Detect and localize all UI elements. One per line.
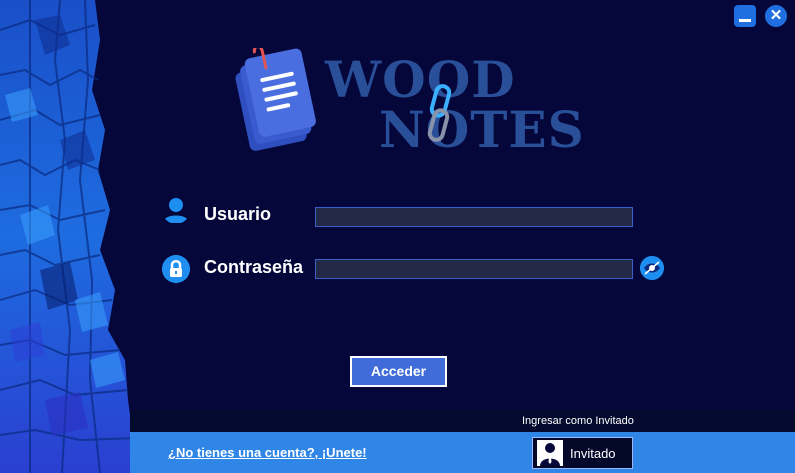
close-icon: ✕ — [769, 7, 783, 24]
password-label: Contraseña — [204, 257, 304, 277]
password-input[interactable] — [315, 259, 633, 279]
decorative-mosaic — [0, 0, 170, 473]
logo-line-2: NOTES — [379, 100, 585, 159]
bottom-strip — [130, 410, 795, 432]
username-label: Usuario — [204, 204, 272, 224]
minimize-button[interactable] — [734, 5, 756, 27]
login-button[interactable]: Acceder — [350, 356, 447, 387]
lock-icon — [162, 255, 190, 283]
close-button[interactable]: ✕ — [765, 5, 787, 27]
guest-caption: Ingresar como Invitado — [522, 415, 634, 427]
guest-button-label: Invitado — [570, 446, 616, 461]
logo-wordmark: WOOD NOTES — [325, 50, 585, 160]
login-window: ✕ WOOD NOTES Usuario Contraseña Acceder … — [0, 0, 795, 473]
user-icon — [163, 198, 189, 223]
guest-button[interactable]: Invitado — [532, 437, 633, 469]
username-input[interactable] — [315, 207, 633, 227]
document-stack-icon — [235, 48, 316, 151]
signup-link[interactable]: ¿No tienes una cuenta?, ¡Unete! — [168, 445, 367, 460]
guest-user-icon — [537, 440, 563, 466]
chain-link-icon — [427, 84, 452, 142]
eye-icon[interactable] — [640, 256, 664, 280]
